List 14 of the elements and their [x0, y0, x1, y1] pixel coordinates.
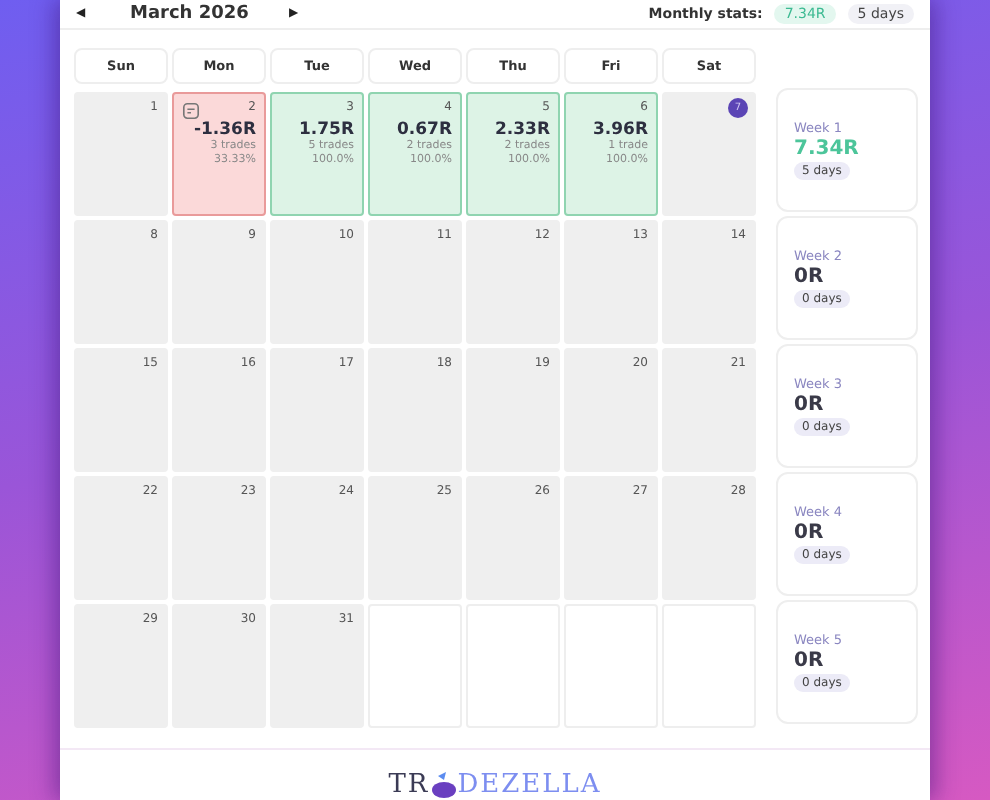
- day-pnl: 3.96R: [592, 120, 648, 140]
- day-pnl: 1.75R: [298, 120, 354, 140]
- week-total: 0R: [794, 266, 824, 288]
- logo-icon: [429, 772, 458, 800]
- week-total: 0R: [794, 650, 824, 672]
- month-title: March 2026: [130, 4, 249, 24]
- day-pnl: -1.36R: [193, 120, 256, 140]
- logo-text: TR: [388, 772, 430, 798]
- day-pnl: 0.67R: [396, 120, 452, 140]
- day-pnl: 2.33R: [494, 120, 550, 140]
- week-total: 0R: [794, 394, 824, 416]
- logo-text: DEZELLA: [457, 772, 602, 798]
- week-total: 7.34R: [794, 138, 859, 160]
- week-total: 0R: [794, 522, 824, 544]
